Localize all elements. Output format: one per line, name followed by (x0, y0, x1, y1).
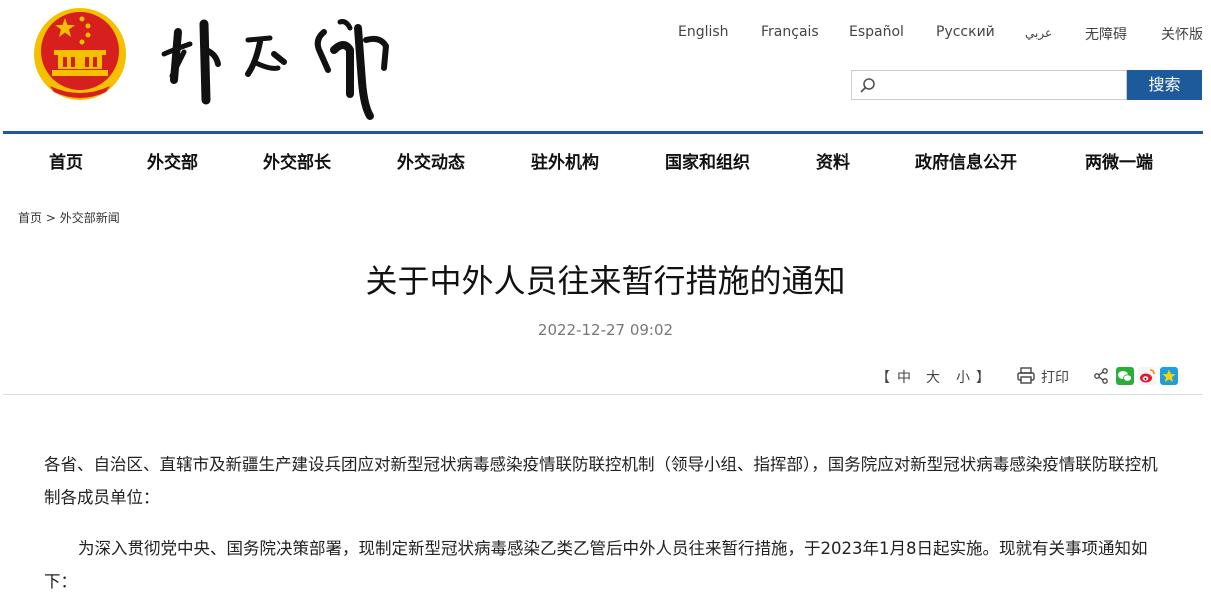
font-size-medium-button[interactable]: 中 (897, 367, 911, 387)
search-icon (860, 78, 875, 93)
page-title: 关于中外人员往来暂行措施的通知 (365, 262, 846, 300)
lang-english-link[interactable]: English (678, 24, 729, 40)
search-box (851, 70, 1127, 100)
article-divider (3, 394, 1203, 395)
lang-spanish-link[interactable]: Español (849, 24, 904, 40)
qzone-icon[interactable] (1160, 367, 1178, 385)
breadcrumb-home[interactable]: 首页 (18, 211, 42, 225)
nav-item-diplomatic-news[interactable]: 外交动态 (397, 148, 465, 173)
font-size-large-button[interactable]: 大 (926, 367, 940, 387)
search-input[interactable] (878, 74, 1122, 98)
nav-item-gov-info[interactable]: 政府信息公开 (915, 148, 1017, 173)
accessibility-link[interactable]: 无障碍 (1085, 24, 1127, 44)
lang-french-link[interactable]: Français (761, 24, 819, 40)
lang-russian-link[interactable]: Русский (936, 24, 995, 40)
share-icon[interactable] (1093, 368, 1109, 384)
publish-date: 2022-12-27 09:02 (537, 321, 674, 339)
search-button[interactable]: 搜索 (1127, 70, 1202, 100)
article-paragraph: 各省、自治区、直辖市及新疆生产建设兵团应对新型冠状病毒感染疫情联防联控机制（领导… (44, 455, 1158, 507)
article-paragraph: 为深入贯彻党中央、国务院决策部署，现制定新型冠状病毒感染乙类乙管后中外人员往来暂… (44, 539, 1148, 591)
nav-item-resources[interactable]: 资料 (816, 148, 850, 173)
national-emblem-icon (34, 8, 126, 100)
breadcrumb: 首页 > 外交部新闻 (18, 209, 120, 226)
nav-item-minister[interactable]: 外交部长 (263, 148, 331, 173)
nav-item-ministry[interactable]: 外交部 (147, 148, 198, 173)
nav-item-social-media[interactable]: 两微一端 (1085, 148, 1153, 173)
breadcrumb-current[interactable]: 外交部新闻 (60, 211, 120, 225)
print-icon[interactable] (1017, 367, 1035, 384)
lang-arabic-link[interactable]: عربي (1025, 26, 1052, 40)
elder-mode-link[interactable]: 关怀版 (1161, 24, 1203, 44)
site-logo-calligraphy[interactable] (160, 10, 395, 122)
font-size-bracket-open: 【 (876, 370, 890, 386)
nav-item-home[interactable]: 首页 (49, 148, 83, 173)
wechat-icon[interactable] (1116, 367, 1134, 385)
weibo-icon[interactable] (1138, 367, 1156, 385)
nav-item-missions-abroad[interactable]: 驻外机构 (531, 148, 599, 173)
nav-top-border (3, 131, 1203, 134)
breadcrumb-separator: > (42, 211, 60, 225)
font-size-bracket-close: 】 (976, 370, 990, 386)
nav-item-countries-orgs[interactable]: 国家和组织 (665, 148, 750, 173)
print-button[interactable]: 打印 (1041, 367, 1069, 387)
font-size-small-button[interactable]: 小 (956, 367, 970, 387)
